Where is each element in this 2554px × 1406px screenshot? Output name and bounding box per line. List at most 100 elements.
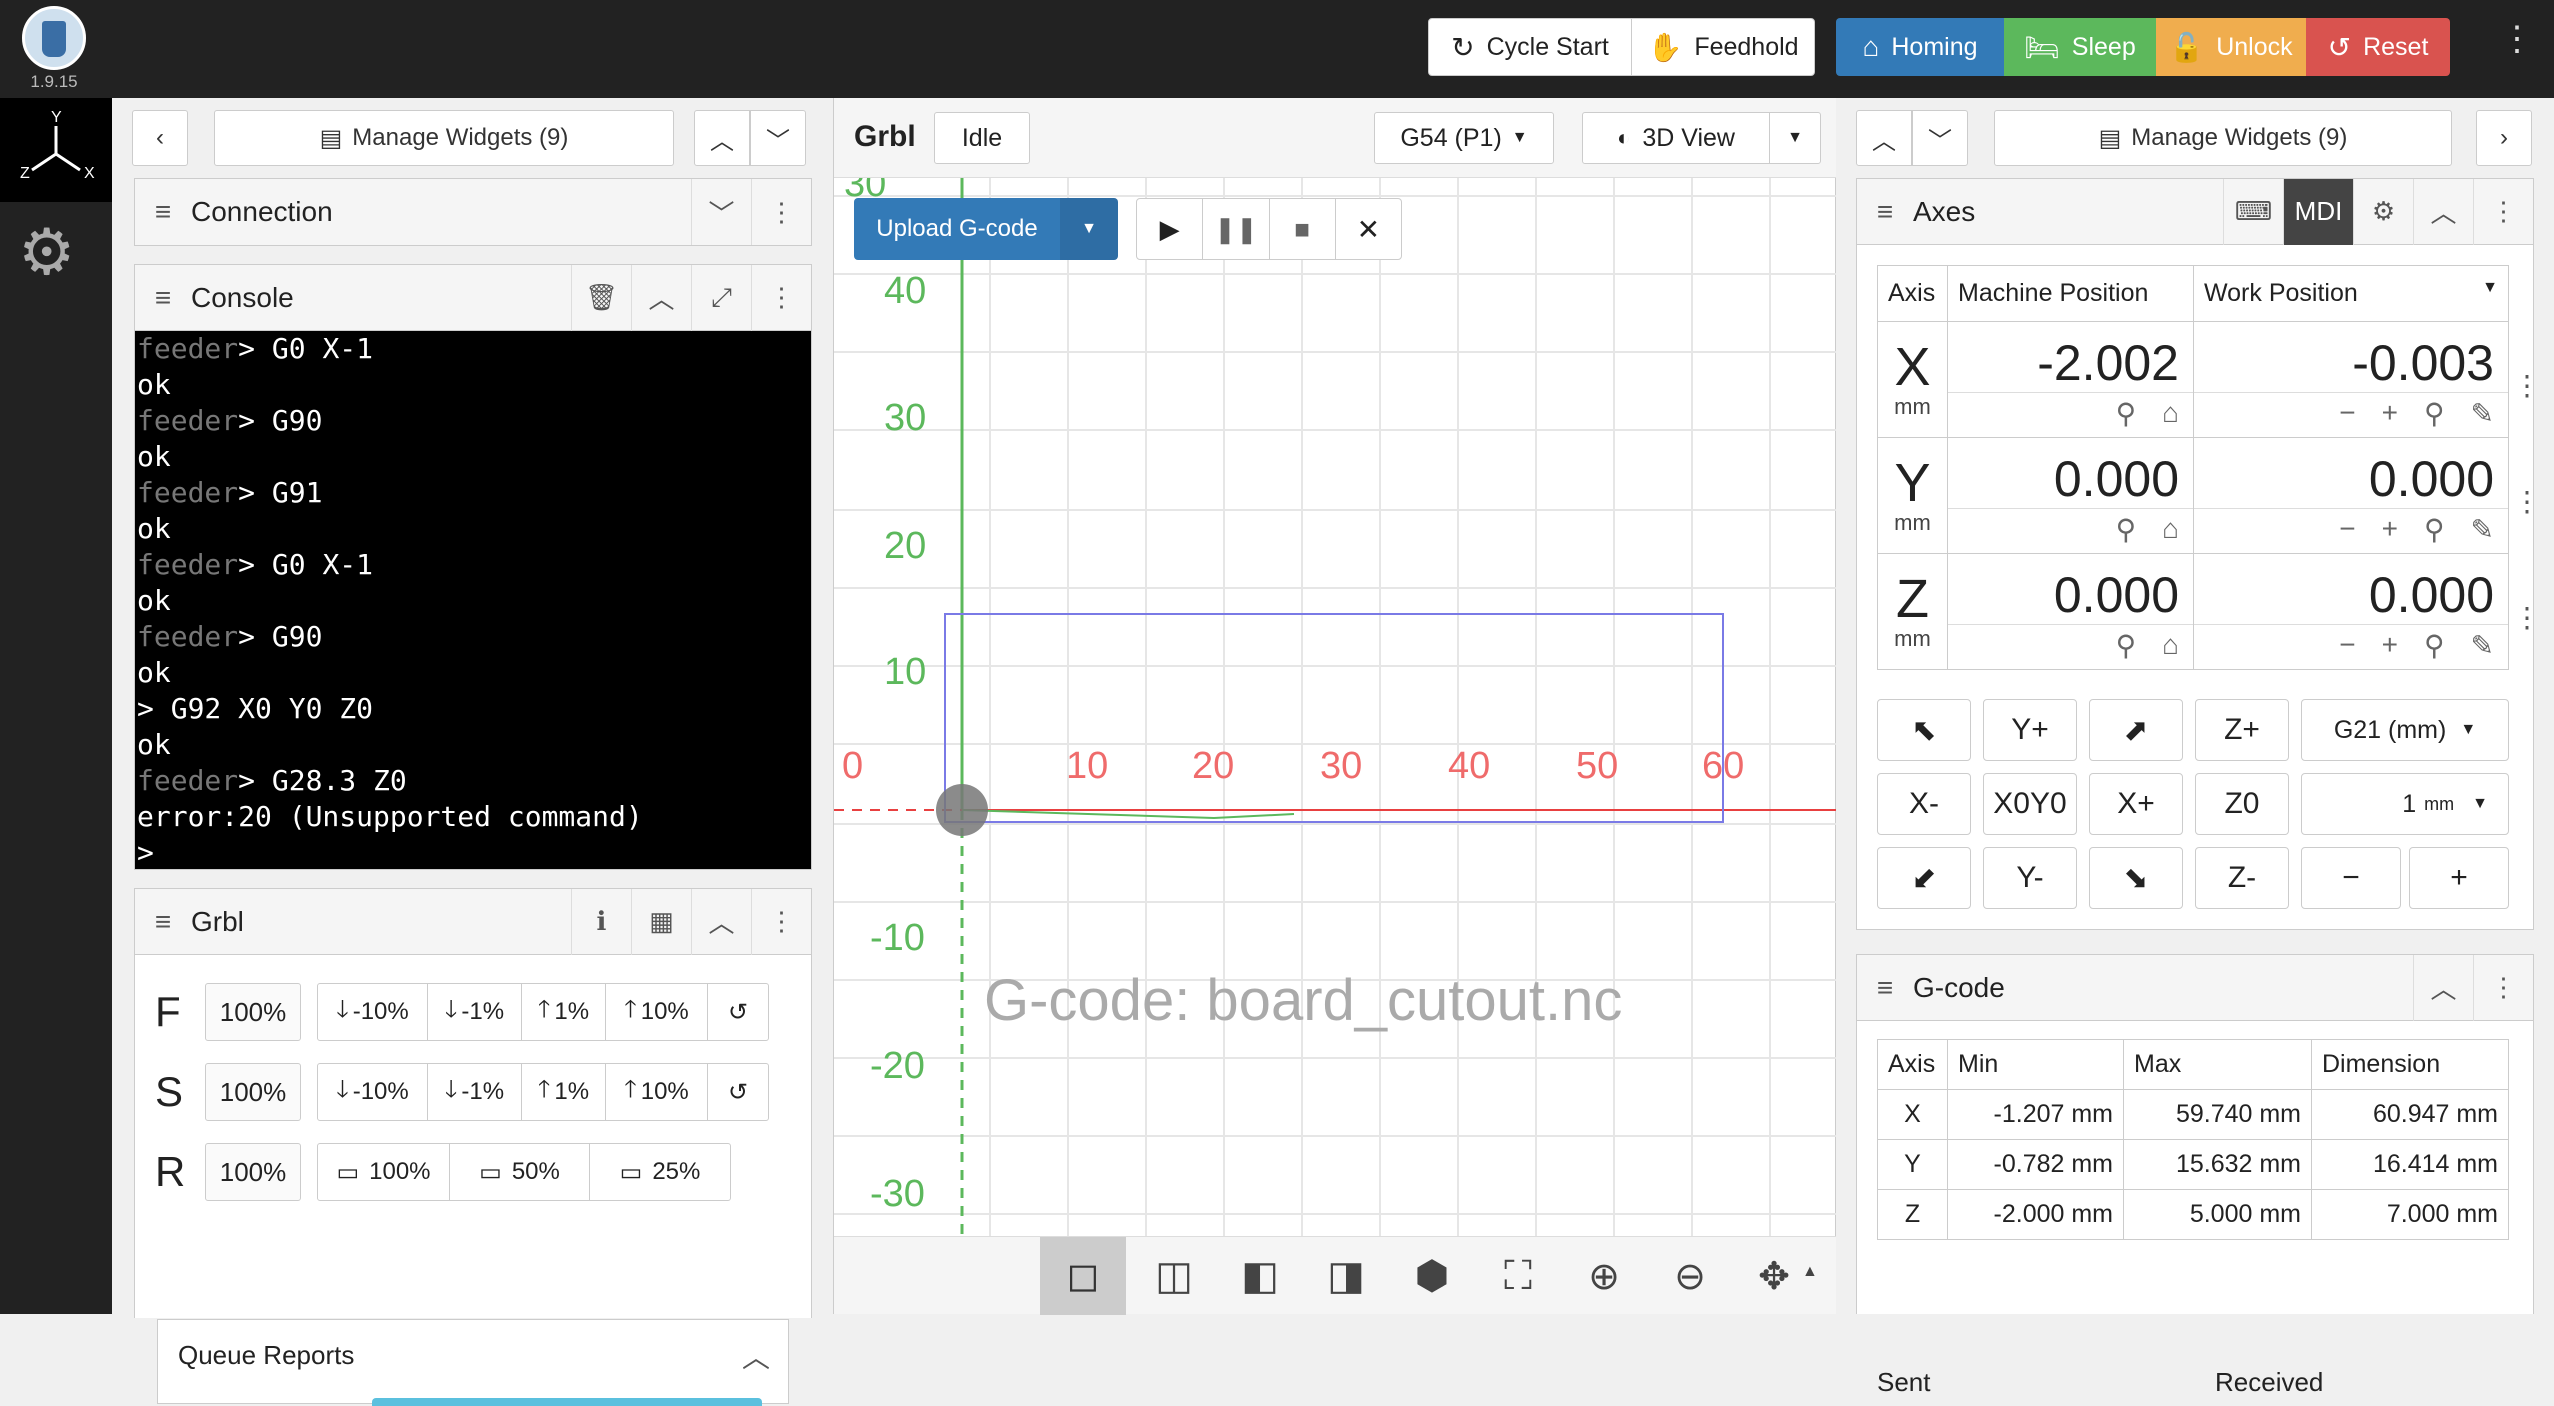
go-to-x0y0-button[interactable]: X0Y0 [1983,773,2077,835]
jog-x-minus-button[interactable]: X- [1877,773,1971,835]
nav-workspace[interactable]: Y Z X [0,98,112,202]
zoom-out-icon[interactable]: ⊖ [1650,1237,1730,1315]
axis-x-more-icon[interactable]: ⋮ [2513,369,2541,402]
connection-more-icon[interactable]: ⋮ [751,179,811,245]
3d-view-toggle[interactable]: ◐ 3D View [1582,112,1770,164]
info-icon[interactable]: ℹ [571,888,631,955]
stop-icon[interactable]: ■ [1270,199,1336,259]
map-marker-icon[interactable]: ⚲ [2424,397,2445,430]
edit-icon[interactable]: ✎ [2471,629,2494,662]
unlock-button[interactable]: 🔓 Unlock [2156,18,2306,76]
3d-view-cube-icon[interactable]: ⬢ [1392,1237,1472,1315]
homing-button[interactable]: ⌂ Homing [1836,18,2004,76]
jog-x-minus-y-plus-icon[interactable]: ⬉ [1877,699,1971,761]
jog-step-dropdown[interactable]: 1 mm ▼ [2301,773,2509,835]
view-options-caret-down-icon[interactable]: ▼ [1769,112,1821,164]
gcode-3d-canvas[interactable]: 30 40 30 20 10 -10 -20 -30 0 10 20 30 40… [834,178,1837,1236]
chevron-up-icon[interactable]: ︿ [691,888,751,955]
scroll-down-button[interactable]: ﹀ [750,110,806,166]
home-icon[interactable]: ⌂ [2162,629,2179,662]
axes-more-icon[interactable]: ⋮ [2473,178,2533,245]
jog-y-plus-button[interactable]: Y+ [1983,699,2077,761]
console-more-icon[interactable]: ⋮ [751,264,811,331]
step-decrease-button[interactable]: − [2301,847,2401,909]
col-work-position[interactable]: Work Position ▼ [2193,265,2509,322]
rapid-100-button[interactable]: ▭ 100% [318,1144,450,1200]
nav-settings-gear-icon[interactable]: ⚙ [18,220,75,284]
upload-gcode-button[interactable]: Upload G-code [854,198,1060,260]
manage-widgets-button[interactable]: ▤ Manage Widgets (9) [1994,110,2452,166]
drag-handle-icon[interactable]: ≡ [135,196,191,228]
feed-minus-10-button[interactable]: 🡓 -10% [318,984,428,1040]
spindle-minus-1-button[interactable]: 🡓 -1% [428,1064,522,1120]
feed-minus-1-button[interactable]: 🡓 -1% [428,984,522,1040]
sleep-button[interactable]: 🛏 Sleep [2004,18,2156,76]
wcs-dropdown[interactable]: G54 (P1) ▼ [1374,112,1554,164]
jog-z-plus-button[interactable]: Z+ [2195,699,2289,761]
rapid-50-button[interactable]: ▭ 50% [450,1144,590,1200]
expand-icon[interactable]: ⤢ [691,264,751,331]
map-marker-icon[interactable]: ⚲ [2116,513,2137,546]
right-view-cube-icon[interactable]: ◨ [1306,1237,1386,1315]
scroll-up-button[interactable]: ︿ [1856,110,1912,166]
map-marker-icon[interactable]: ⚲ [2116,629,2137,662]
chevron-up-icon[interactable]: ︿ [2413,954,2473,1021]
minus-icon[interactable]: − [2339,513,2355,546]
jog-x-minus-y-minus-icon[interactable]: ⬋ [1877,847,1971,909]
spindle-minus-10-button[interactable]: 🡓 -10% [318,1064,428,1120]
minus-icon[interactable]: − [2339,397,2355,430]
go-to-machine-zero-map-marker-icon[interactable]: ⚲ [2116,397,2137,430]
plus-icon[interactable]: + [2382,513,2398,546]
go-to-z0-button[interactable]: Z0 [2195,773,2289,835]
drag-handle-icon[interactable]: ≡ [135,906,191,938]
more-menu-icon[interactable]: ⋮ [2500,22,2534,56]
play-icon[interactable]: ▶ [1137,199,1204,259]
left-view-cube-icon[interactable]: ◧ [1220,1237,1300,1315]
grbl-more-icon[interactable]: ⋮ [751,888,811,955]
edit-icon[interactable]: ✎ [2471,513,2494,546]
gcode-more-icon[interactable]: ⋮ [2473,954,2533,1021]
jog-x-plus-button[interactable]: X+ [2089,773,2183,835]
axis-y-more-icon[interactable]: ⋮ [2513,485,2541,518]
jog-x-plus-y-plus-icon[interactable]: ⬈ [2089,699,2183,761]
units-dropdown[interactable]: G21 (mm) ▼ [2301,699,2509,761]
spindle-plus-10-button[interactable]: 🡑 10% [606,1064,708,1120]
collapse-right-button[interactable]: › [2476,110,2532,166]
close-icon[interactable]: ✕ [1336,199,1401,259]
cycle-start-button[interactable]: ↻ Cycle Start [1428,18,1632,76]
plus-icon[interactable]: + [2382,629,2398,662]
expand-connection-chevron-down-icon[interactable]: ﹀ [691,179,751,245]
work-position-z[interactable]: 0.000 [2194,562,2508,624]
console-output[interactable]: feeder> G0 X-1 ok feeder> G90 ok feeder> G91… [135,331,811,869]
chevron-up-icon[interactable]: ︿ [631,264,691,331]
spindle-plus-1-button[interactable]: 🡑 1% [522,1064,606,1120]
pause-icon[interactable]: ❚❚ [1203,199,1270,259]
scroll-down-button[interactable]: ﹀ [1912,110,1968,166]
gear-icon[interactable]: ⚙ [2353,178,2413,245]
feed-plus-1-button[interactable]: 🡑 1% [522,984,606,1040]
map-marker-icon[interactable]: ⚲ [2424,629,2445,662]
feed-reset-undo-icon[interactable]: ↺ [708,984,768,1040]
reset-button[interactable]: ↺ Reset [2306,18,2450,76]
work-position-y[interactable]: 0.000 [2194,446,2508,508]
queue-reports-panel[interactable]: Queue Reports ︿ [157,1319,789,1406]
jog-z-minus-button[interactable]: Z- [2195,847,2289,909]
spindle-reset-undo-icon[interactable]: ↺ [708,1064,768,1120]
step-increase-button[interactable]: + [2409,847,2509,909]
manage-widgets-button[interactable]: ▤ Manage Widgets (9) [214,110,674,166]
trash-icon[interactable]: 🗑 [571,264,631,331]
chevron-up-icon[interactable]: ︿ [742,1336,770,1376]
drag-handle-icon[interactable]: ≡ [1857,972,1913,1004]
collapse-left-button[interactable]: ‹ [132,110,188,166]
front-view-cube-icon[interactable]: ◫ [1134,1237,1214,1315]
caret-up-icon[interactable]: ▲ [1802,1263,1818,1281]
upload-options-caret-down-icon[interactable]: ▼ [1060,198,1118,260]
rapid-25-button[interactable]: ▭ 25% [590,1144,730,1200]
work-position-x[interactable]: -0.003 [2194,330,2508,392]
grid-icon[interactable]: ▦ [631,888,691,955]
keyboard-icon[interactable]: ⌨ [2223,178,2283,245]
zoom-in-icon[interactable]: ⊕ [1564,1237,1644,1315]
home-icon[interactable]: ⌂ [2162,513,2179,546]
edit-icon[interactable]: ✎ [2471,397,2494,430]
feedhold-button[interactable]: ✋ Feedhold [1631,18,1815,76]
